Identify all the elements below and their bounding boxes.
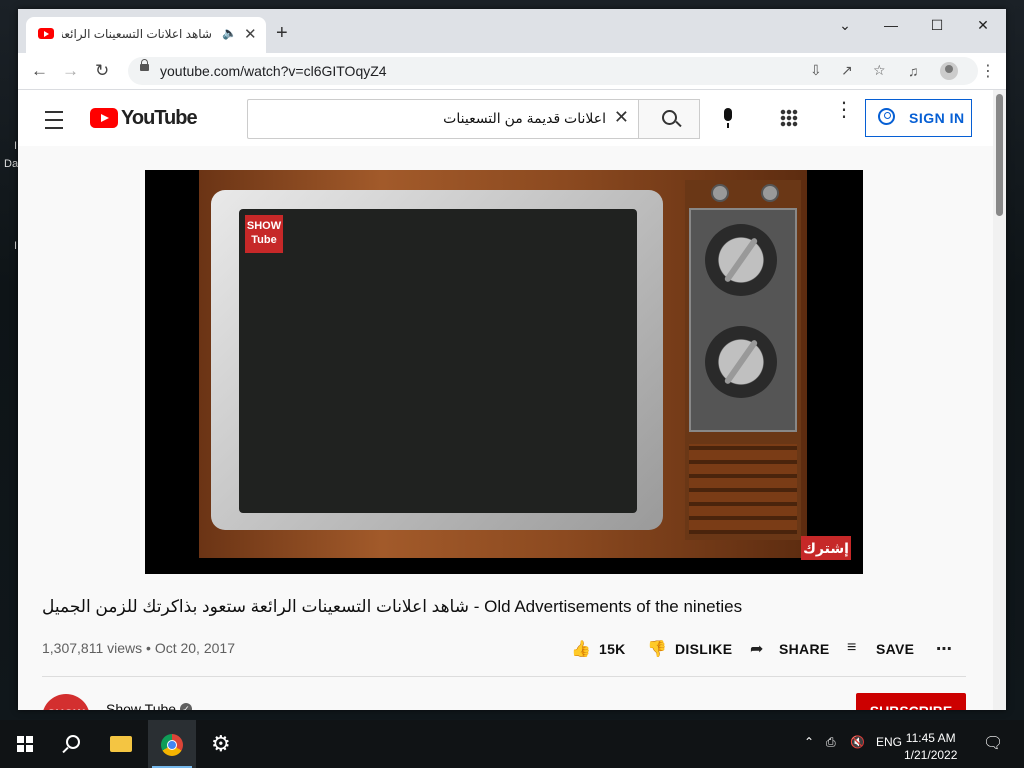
page-scrollbar[interactable]	[993, 90, 1006, 710]
new-tab-button[interactable]: +	[276, 23, 288, 43]
desktop-icon-label: I	[14, 140, 18, 152]
notifications-icon[interactable]: 🗨	[983, 733, 1003, 753]
menu-hamburger-icon[interactable]	[45, 111, 63, 129]
subscribe-overlay-badge[interactable]: إشترك	[801, 536, 851, 560]
search-query[interactable]: اعلانات قديمة من التسعينات	[443, 110, 606, 127]
url-text[interactable]: youtube.com/watch?v=cl6GITOqyZ4	[160, 63, 387, 79]
browser-toolbar: ← → ↻ youtube.com/watch?v=cl6GITOqyZ4 ⇩ …	[18, 53, 1006, 90]
like-count[interactable]: 15K	[599, 641, 626, 657]
tv-knob-icon	[705, 326, 777, 398]
gear-icon: ⚙	[211, 731, 231, 756]
share-arrow-icon[interactable]: ➦	[750, 639, 763, 659]
settings-more-icon[interactable]: ⋮	[834, 100, 854, 120]
forward-button[interactable]: →	[62, 61, 79, 81]
minimize-button[interactable]: —	[868, 17, 914, 33]
chrome-icon	[161, 734, 183, 756]
watermark-text: Tube	[251, 234, 277, 246]
tv-button-icon	[761, 184, 779, 202]
youtube-logo-text: YouTube	[121, 107, 198, 129]
clear-search-icon[interactable]: ✕	[614, 107, 629, 128]
profile-avatar-icon[interactable]	[940, 62, 958, 80]
browser-tab[interactable]: شاهد اعلانات التسعينات الرائعة 🔈 ✕	[26, 17, 266, 53]
youtube-favicon-icon	[38, 28, 54, 39]
tv-control-panel	[685, 180, 801, 540]
tab-strip: شاهد اعلانات التسعينات الرائعة 🔈 ✕ + ⌄ —…	[18, 9, 1006, 53]
tv-bezel: SHOW Tube	[211, 190, 663, 530]
sign-in-button[interactable]: SIGN IN	[865, 99, 972, 137]
save-playlist-icon[interactable]: ≡	[847, 639, 856, 657]
video-views-date: 1,307,811 views • Oct 20, 2017	[42, 640, 235, 656]
save-button[interactable]: SAVE	[876, 641, 914, 657]
search-button[interactable]	[638, 99, 700, 139]
address-bar[interactable]: youtube.com/watch?v=cl6GITOqyZ4 ⇩ ↗ ☆	[128, 57, 978, 85]
microphone-icon[interactable]	[724, 108, 732, 128]
dislike-button[interactable]: DISLIKE	[675, 641, 732, 657]
search-input[interactable]: اعلانات قديمة من التسعينات ✕	[247, 99, 638, 139]
subscribe-button[interactable]: SUBSCRIBE	[856, 693, 966, 710]
channel-avatar[interactable]: SHOW	[42, 694, 90, 710]
channel-name[interactable]: Show Tube	[106, 701, 176, 710]
speaker-icon[interactable]: 🔈	[222, 26, 237, 40]
tv-screen: SHOW Tube	[239, 209, 637, 513]
desktop-icon-label: I	[14, 240, 18, 252]
more-actions-icon[interactable]: ⋯	[936, 639, 952, 659]
knob-plate	[689, 208, 797, 432]
apps-grid-icon[interactable]	[780, 109, 798, 127]
channel-watermark-logo: SHOW Tube	[245, 215, 283, 253]
back-button[interactable]: ←	[31, 61, 48, 81]
dislike-thumb-icon[interactable]: 👎	[647, 639, 667, 659]
file-explorer-button[interactable]	[98, 720, 146, 768]
like-thumb-icon[interactable]: 👍	[571, 639, 591, 659]
video-frame-tv: SHOW Tube	[199, 170, 807, 558]
desktop-icon-label: Da	[4, 158, 19, 170]
lock-icon[interactable]	[140, 59, 149, 71]
tab-close-icon[interactable]: ✕	[244, 25, 257, 43]
tab-title: شاهد اعلانات التسعينات الرائعة	[62, 27, 212, 41]
clock-date: 1/21/2022	[904, 748, 958, 762]
network-icon[interactable]: ⎙	[826, 735, 836, 750]
windows-logo-icon	[17, 736, 33, 752]
share-button[interactable]: SHARE	[779, 641, 830, 657]
tv-button-icon	[711, 184, 729, 202]
folder-icon	[110, 736, 132, 752]
start-button[interactable]	[0, 720, 48, 768]
tab-search-chevron-icon[interactable]: ⌄	[822, 17, 868, 34]
media-controls-icon[interactable]: ♫	[908, 63, 919, 79]
youtube-header: YouTube اعلانات قديمة من التسعينات ✕ ⋮ S…	[18, 90, 993, 146]
browser-window: شاهد اعلانات التسعينات الرائعة 🔈 ✕ + ⌄ —…	[18, 9, 1006, 710]
video-player[interactable]: SHOW Tube إشترك	[145, 170, 863, 574]
share-page-icon[interactable]: ↗	[841, 62, 853, 79]
divider	[42, 676, 966, 677]
verified-check-icon: ✓	[180, 703, 192, 710]
tv-knob-icon	[705, 224, 777, 296]
language-indicator[interactable]: ENG	[876, 735, 902, 749]
volume-muted-icon[interactable]: 🔇	[850, 735, 865, 749]
search-icon	[66, 735, 80, 749]
browser-menu-icon[interactable]: ⋮	[980, 61, 996, 81]
clock-time: 11:45 AM	[905, 731, 956, 745]
bookmark-star-icon[interactable]: ☆	[873, 62, 886, 79]
taskbar-clock[interactable]: 11:45 AM 1/21/2022	[904, 730, 957, 764]
scrollbar-thumb[interactable]	[996, 94, 1003, 216]
windows-taskbar: ⚙ ⌃ ⎙ 🔇 ENG 11:45 AM 1/21/2022 🗨	[0, 720, 1024, 768]
close-window-button[interactable]: ✕	[960, 17, 1006, 34]
account-icon	[878, 108, 895, 125]
install-app-icon[interactable]: ⇩	[810, 62, 822, 79]
tv-speaker-grille	[689, 444, 797, 534]
show-hidden-icons-chevron-icon[interactable]: ⌃	[804, 735, 814, 749]
video-title: شاهد اعلانات التسعينات الرائعة ستعود بذا…	[42, 597, 743, 616]
youtube-play-icon	[90, 108, 118, 128]
settings-taskbar-button[interactable]: ⚙	[198, 720, 246, 768]
maximize-button[interactable]: ☐	[914, 17, 960, 34]
taskbar-search-button[interactable]	[48, 720, 96, 768]
reload-button[interactable]: ↻	[95, 61, 109, 81]
search-icon	[662, 110, 677, 125]
watermark-text: SHOW	[246, 220, 282, 232]
youtube-page: YouTube اعلانات قديمة من التسعينات ✕ ⋮ S…	[18, 90, 993, 710]
chrome-taskbar-button[interactable]	[148, 720, 196, 768]
sign-in-label: SIGN IN	[909, 110, 965, 126]
